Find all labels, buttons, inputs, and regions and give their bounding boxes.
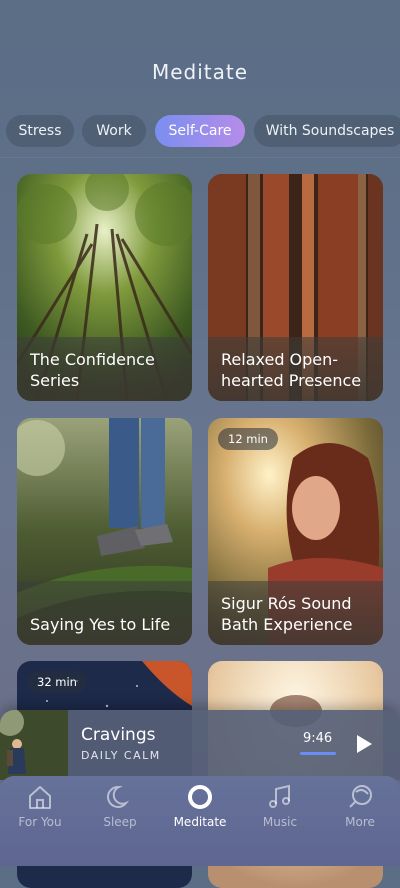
card-title: Relaxed Open-hearted Presence (221, 350, 362, 390)
nav-label: More (345, 815, 375, 829)
nav-for-you[interactable]: For You (0, 776, 80, 846)
moon-icon (107, 785, 130, 808)
card-relaxed-open-hearted-presence[interactable]: Relaxed Open-hearted Presence (208, 174, 383, 401)
card-title: Saying Yes to Life (30, 615, 171, 634)
now-playing-thumbnail (0, 710, 68, 780)
progress-bar[interactable] (300, 752, 336, 755)
tab-stress[interactable]: Stress (6, 115, 74, 147)
now-playing-bar[interactable]: Cravings DAILY CALM 9:46 (0, 710, 400, 780)
nav-music[interactable]: Music (240, 776, 320, 846)
duration-badge: 12 min (218, 428, 278, 450)
card-title: The Confidence Series (30, 350, 155, 390)
nav-label: Meditate (173, 815, 227, 829)
more-icon (349, 785, 372, 808)
card-caption-bg (17, 581, 192, 645)
home-icon (29, 786, 51, 809)
now-playing-time: 9:46 (303, 731, 333, 746)
music-note-icon (269, 784, 290, 808)
nav-label: Music (262, 815, 298, 829)
tab-self-care[interactable]: Self-Care (155, 115, 245, 147)
card-title: Sigur Rós Sound Bath Experience (221, 594, 353, 634)
nav-label: For You (18, 815, 62, 829)
duration-badge: 32 min (27, 671, 87, 693)
tab-with-soundscapes[interactable]: With Soundscapes (254, 115, 400, 147)
now-playing-subtitle: DAILY CALM (81, 749, 161, 762)
nav-label: Sleep (103, 815, 137, 829)
bottom-nav: For You Sleep Meditate Music More (0, 776, 400, 866)
card-sigur-ros-sound-bath-experience[interactable]: 12 min Sigur Rós Sound Bath Experience (208, 418, 383, 645)
category-tabs: Stress Work Self-Care With Soundscapes (0, 115, 400, 149)
page-title: Meditate (151, 60, 249, 84)
play-icon[interactable] (354, 734, 374, 754)
nav-meditate[interactable]: Meditate (160, 776, 240, 846)
divider (0, 157, 400, 158)
card-the-confidence-series[interactable]: The Confidence Series (17, 174, 192, 401)
nav-sleep[interactable]: Sleep (80, 776, 160, 846)
nav-more[interactable]: More (320, 776, 400, 846)
card-saying-yes-to-life[interactable]: Saying Yes to Life (17, 418, 192, 645)
tab-work[interactable]: Work (82, 115, 146, 147)
now-playing-title: Cravings (81, 725, 156, 745)
meditate-circle-icon (188, 785, 212, 809)
